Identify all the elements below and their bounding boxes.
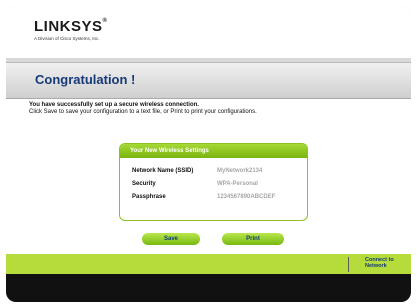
instruction-line: Click Save to save your configuration to…: [29, 109, 257, 115]
save-button[interactable]: Save: [142, 233, 200, 245]
security-value: WPA-Personal: [217, 181, 258, 187]
page-title: Congratulation !: [35, 72, 136, 87]
brand-tagline: A Division of Cisco Systems, Inc.: [34, 36, 100, 41]
content-area: You have successfully set up a secure wi…: [6, 99, 411, 254]
linksys-logo: LINKSYS®: [34, 18, 107, 35]
registered-mark: ®: [102, 18, 108, 24]
success-line: You have successfully set up a secure wi…: [29, 102, 199, 108]
footer-divider: [348, 257, 349, 272]
security-label: Security: [132, 181, 156, 187]
connect-to-network-button[interactable]: Connect to Network: [365, 257, 394, 269]
bottom-bar: [6, 274, 411, 302]
footer-bar: Connect to Network: [6, 254, 411, 274]
installer-window: LINKSYS® A Division of Cisco Systems, In…: [6, 6, 411, 302]
print-button[interactable]: Print: [222, 233, 284, 245]
passphrase-label: Passphrase: [132, 194, 166, 200]
brand-name: LINKSYS: [34, 18, 103, 35]
settings-panel: Your New Wireless Settings Network Name …: [119, 143, 308, 221]
ssid-label: Network Name (SSID): [132, 168, 194, 174]
ssid-value: MyNetwork2134: [217, 168, 263, 174]
settings-heading: Your New Wireless Settings: [120, 144, 307, 158]
confirmation-message: You have successfully set up a secure wi…: [29, 102, 257, 116]
connect-line-2: Network: [365, 263, 387, 269]
passphrase-value: 1234567890ABCDEF: [217, 194, 276, 200]
title-bar: Congratulation !: [6, 62, 411, 99]
header: LINKSYS® A Division of Cisco Systems, In…: [6, 6, 411, 58]
